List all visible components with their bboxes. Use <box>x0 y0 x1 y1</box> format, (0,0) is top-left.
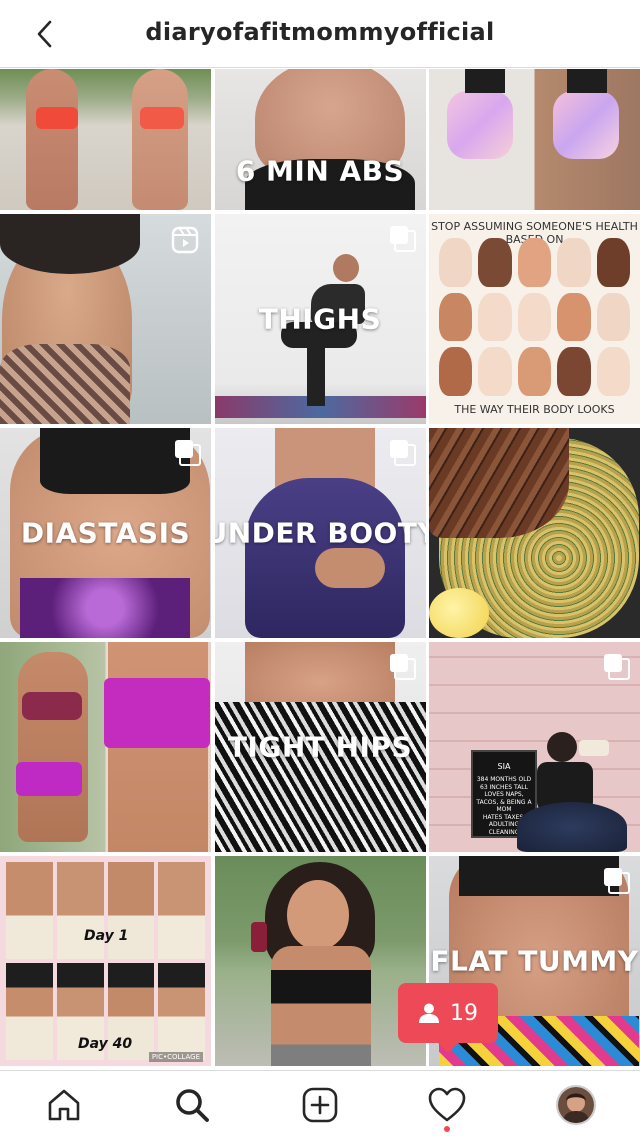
multiple-photos-icon <box>604 868 630 894</box>
profile-username: diaryofafitmommyofficial <box>145 18 495 46</box>
multiple-photos-icon <box>604 654 630 680</box>
search-icon <box>176 1089 209 1122</box>
post-overlay-text: FLAT TUMMY <box>430 944 639 978</box>
multiple-photos-icon <box>175 440 201 466</box>
sign-line: 384 MONTHS OLD <box>476 776 532 783</box>
poster-caption-bottom: THE WAY THEIR BODY LOOKS <box>454 403 615 416</box>
body-shapes-poster: STOP ASSUMING SOMEONE'S HEALTH BASED ON … <box>429 214 640 424</box>
post-tile[interactable] <box>0 642 211 852</box>
post-overlay-text: 6 MIN ABS <box>235 154 405 188</box>
post-tile[interactable] <box>214 856 426 1066</box>
sign-line: LOVES NAPS, <box>484 791 524 798</box>
post-overlay-text: THIGHS <box>258 302 382 336</box>
add-post-icon <box>302 1087 338 1123</box>
heart-icon <box>428 1087 466 1122</box>
post-tile[interactable]: SIA 384 MONTHS OLD 63 INCHES TALL LOVES … <box>429 642 640 852</box>
post-overlay-text: TIGHT HIPS <box>227 730 413 764</box>
posts-grid: 6 MIN ABS THIGHS STOP ASSUMING SOMEONE'S… <box>0 69 640 1069</box>
home-icon <box>48 1089 80 1121</box>
reel-icon <box>171 226 199 254</box>
post-overlay-text: UNDER BOOTY <box>214 516 426 550</box>
day-label: Day 1 <box>84 928 129 944</box>
activity-indicator-dot <box>444 1126 450 1132</box>
notification-count: 19 <box>450 1000 478 1026</box>
post-tile[interactable] <box>429 69 640 210</box>
post-overlay-text: DIASTASIS <box>20 516 191 550</box>
avatar-icon <box>558 1087 594 1123</box>
multiple-photos-icon <box>389 440 416 466</box>
post-tile[interactable]: UNDER BOOTY <box>214 428 426 638</box>
person-icon <box>419 1003 439 1023</box>
post-tile[interactable]: 6 MIN ABS <box>214 69 426 210</box>
sign-line: TACOS, & BEING A <box>476 798 532 806</box>
post-tile[interactable]: TIGHT HIPS <box>214 642 426 852</box>
multiple-photos-icon <box>389 654 416 680</box>
nav-search[interactable] <box>170 1083 214 1127</box>
post-tile[interactable]: DIASTASIS <box>0 428 211 638</box>
sign-title: SIA <box>497 762 511 771</box>
top-bar: diaryofafitmommyofficial <box>0 0 640 68</box>
post-tile[interactable]: STOP ASSUMING SOMEONE'S HEALTH BASED ON … <box>429 214 640 424</box>
nav-create[interactable] <box>298 1083 342 1127</box>
nav-home[interactable] <box>42 1083 86 1127</box>
nav-profile[interactable] <box>556 1085 596 1125</box>
post-tile[interactable]: Day 1 Day 40 PIC•COLLAGE <box>0 856 211 1066</box>
multiple-photos-icon <box>389 226 416 252</box>
follower-notification-bubble[interactable]: 19 <box>398 983 498 1053</box>
watermark: PIC•COLLAGE <box>148 1052 203 1062</box>
sign-line: 63 INCHES TALL <box>480 783 528 791</box>
nav-activity[interactable] <box>425 1083 469 1127</box>
post-tile[interactable] <box>0 69 211 210</box>
bottom-navigation <box>0 1070 640 1138</box>
post-tile[interactable]: THIGHS <box>214 214 426 424</box>
post-tile[interactable] <box>429 428 640 638</box>
post-tile[interactable] <box>0 214 211 424</box>
day-label: Day 40 <box>78 1036 133 1052</box>
